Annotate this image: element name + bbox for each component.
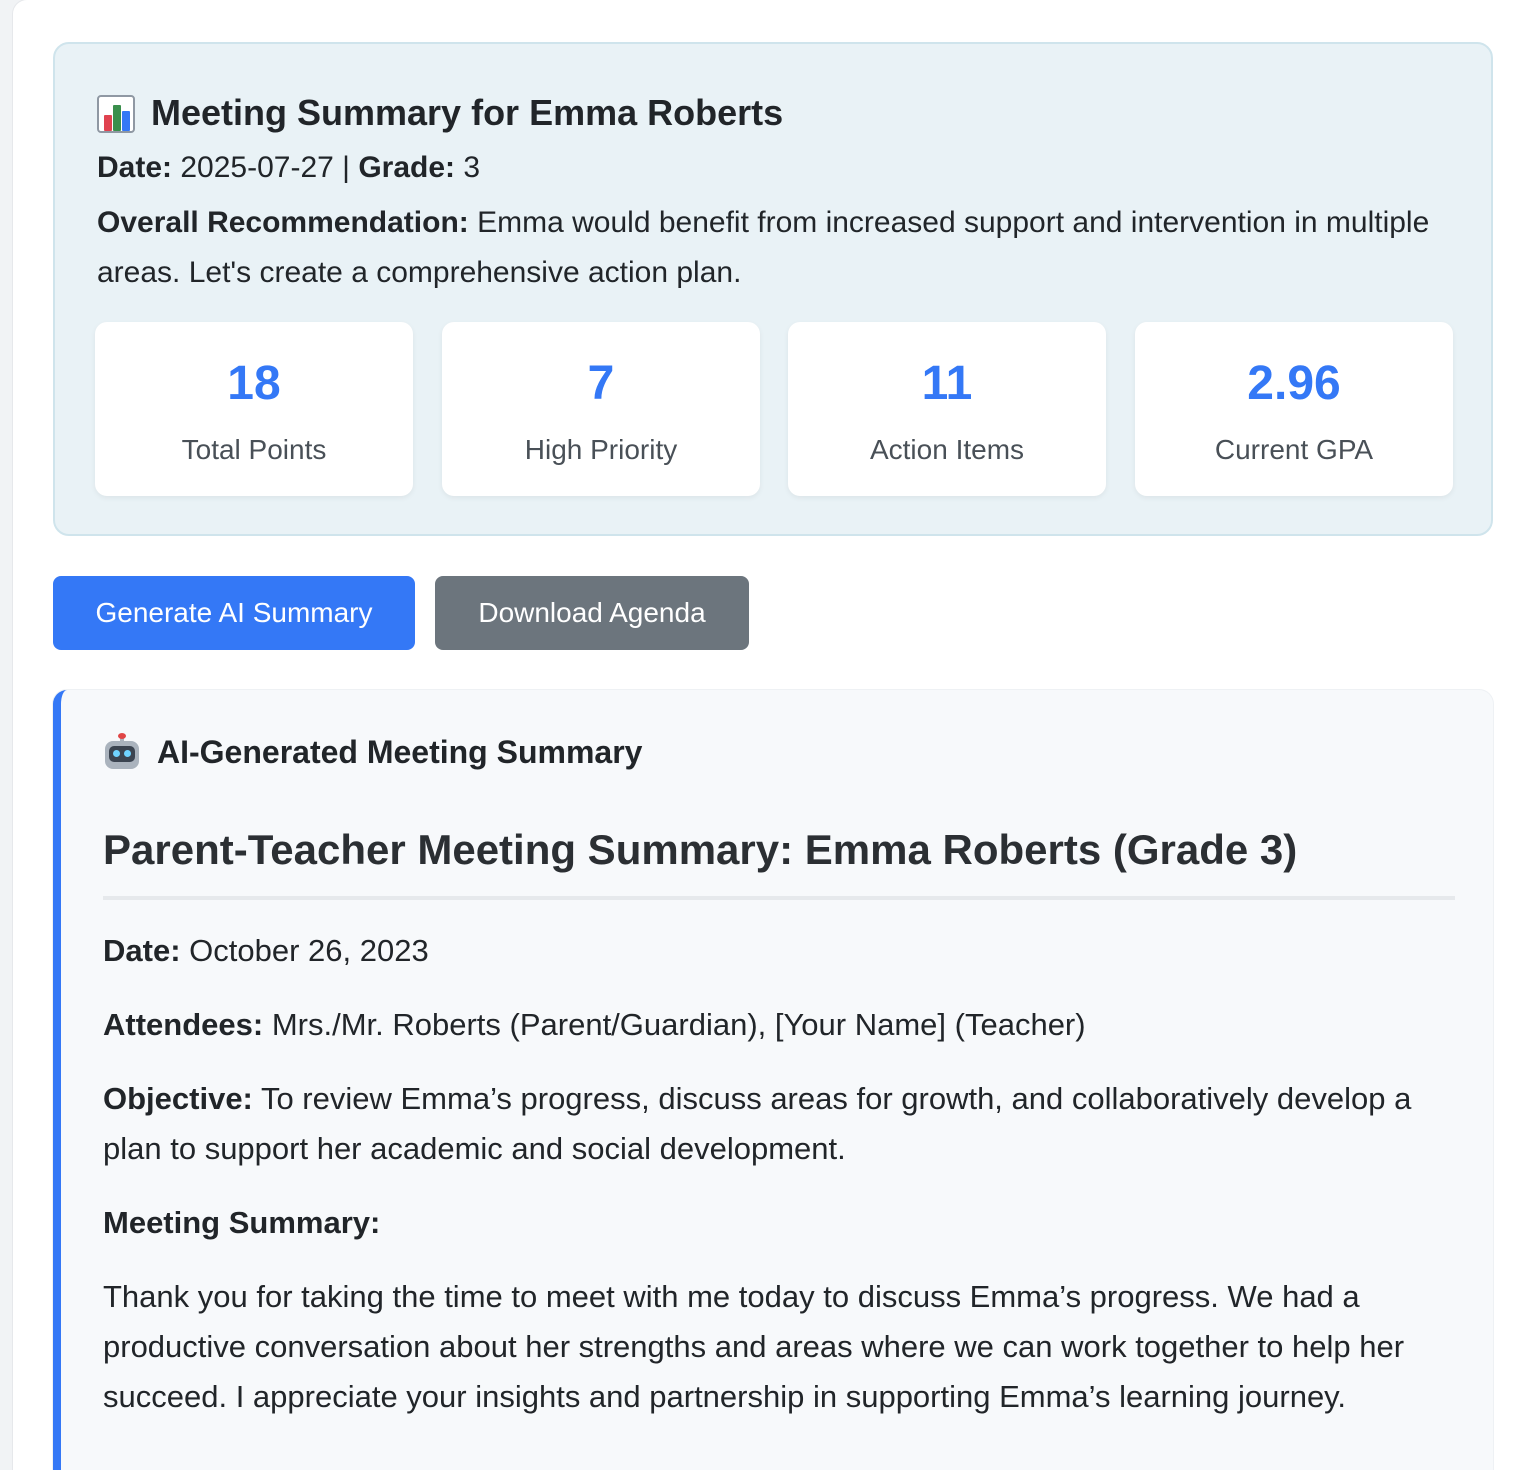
- meeting-summary-label: Meeting Summary:: [103, 1205, 381, 1240]
- objective-value: To review Emma’s progress, discuss areas…: [103, 1081, 1412, 1166]
- bar-chart-icon: [97, 93, 137, 133]
- doc-date-label: Date:: [103, 933, 181, 968]
- stat-value: 18: [227, 357, 281, 410]
- summary-title: Meeting Summary for Emma Roberts: [97, 92, 783, 134]
- ai-summary-heading: AI-Generated Meeting Summary: [103, 732, 643, 771]
- doc-attendees: Attendees: Mrs./Mr. Roberts (Parent/Guar…: [103, 1000, 1455, 1050]
- meta-separator: |: [342, 151, 350, 184]
- overall-recommendation: Overall Recommendation: Emma would benef…: [97, 198, 1457, 298]
- objective-label: Objective:: [103, 1081, 253, 1116]
- grade-label: Grade:: [358, 151, 456, 184]
- stat-label: Total Points: [181, 434, 327, 465]
- stat-label: High Priority: [524, 434, 678, 465]
- date-label: Date:: [97, 151, 173, 184]
- summary-title-text: Meeting Summary for Emma Roberts: [151, 92, 784, 133]
- page-card: Meeting Summary for Emma Roberts Date: 2…: [13, 0, 1532, 1470]
- stats-row: 18 Total Points 7 High Priority 11 Actio…: [95, 322, 1453, 496]
- ai-summary-panel: AI-Generated Meeting Summary Parent-Teac…: [53, 690, 1493, 1470]
- recommendation-label: Overall Recommendation:: [97, 206, 469, 239]
- robot-icon: [103, 732, 141, 771]
- doc-date-value: October 26, 2023: [189, 933, 429, 968]
- stat-value: 7: [587, 357, 615, 410]
- doc-date: Date: October 26, 2023: [103, 926, 1455, 976]
- stat-card-total-points: 18 Total Points: [95, 322, 413, 496]
- meeting-summary-panel: Meeting Summary for Emma Roberts Date: 2…: [53, 42, 1493, 536]
- stat-value: 2.96: [1247, 357, 1341, 410]
- document-title: Parent-Teacher Meeting Summary: Emma Rob…: [103, 826, 1455, 900]
- stat-card-high-priority: 7 High Priority: [442, 322, 760, 496]
- summary-meta: Date: 2025-07-27 | Grade: 3: [97, 148, 480, 188]
- ai-summary-heading-text: AI-Generated Meeting Summary: [157, 734, 643, 770]
- stat-label: Action Items: [869, 434, 1025, 465]
- attendees-value: Mrs./Mr. Roberts (Parent/Guardian), [You…: [271, 1007, 1086, 1042]
- stat-label: Current GPA: [1214, 434, 1374, 465]
- stat-card-action-items: 11 Action Items: [788, 322, 1106, 496]
- doc-objective: Objective: To review Emma’s progress, di…: [103, 1074, 1455, 1174]
- stat-card-current-gpa: 2.96 Current GPA: [1135, 322, 1453, 496]
- generate-ai-summary-button[interactable]: Generate AI Summary: [53, 576, 415, 650]
- meeting-summary-body: Thank you for taking the time to meet wi…: [103, 1279, 1405, 1414]
- download-agenda-button[interactable]: Download Agenda: [435, 576, 749, 650]
- attendees-label: Attendees:: [103, 1007, 264, 1042]
- date-value: 2025-07-27: [180, 151, 334, 184]
- grade-value: 3: [463, 151, 481, 184]
- stat-value: 11: [921, 357, 973, 410]
